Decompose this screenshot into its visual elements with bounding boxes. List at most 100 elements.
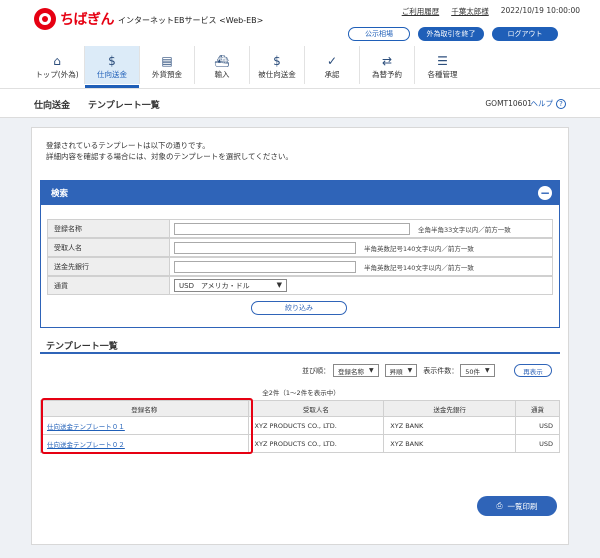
column-header-bank: 送金先銀行 [383,400,517,417]
currency-cell: USD [515,434,560,453]
breadcrumb-section: 仕向送金 [34,101,71,111]
column-header-payee: 受取人名 [247,400,385,417]
admin-icon: ☰ [437,54,448,68]
forward-icon: ⇄ [381,54,393,68]
nav-outbound-remittance[interactable]: $ 仕向送金 [85,46,140,88]
list-controls: 並び順： 登録名称 ▼ 昇順 ▼ 表示件数： 50件 ▼ [302,364,495,377]
public-rates-button[interactable]: 公示相場 [348,27,410,41]
screen-id: GOMT10601 [485,99,532,108]
nav-admin[interactable]: ☰ 各種管理 [415,46,470,84]
remit-icon: $ [108,54,116,68]
currency-cell: USD [515,416,560,435]
per-page-value: 50件 [465,367,481,376]
import-icon: ⛴ [214,54,230,68]
chevron-down-icon: ▼ [276,281,282,289]
currency-selected: USD アメリカ・ドル [179,281,250,290]
fx-end-button[interactable]: 外為取引を終了 [418,27,484,41]
help-link[interactable]: ヘルプ ? [530,98,566,109]
sort-label: 並び順： [302,366,330,375]
nav-label: トップ(外為) [35,70,79,79]
logo-mark-icon [34,8,56,30]
nav-fx-deposit[interactable]: ▤ 外貨預金 [140,46,195,84]
currency-select[interactable]: USD アメリカ・ドル ▼ [174,279,287,292]
nav-import[interactable]: ⛴ 輸入 [195,46,250,84]
beneficiary-bank-input[interactable] [174,261,356,273]
chevron-down-icon: ▼ [407,367,413,374]
bank-cell: XYZ BANK [383,416,517,435]
printer-icon: ⎙ [496,501,503,510]
bank-logo: ちばぎん インターネットEBサービス <Web-EB> [34,8,263,30]
logo-name: ちばぎん [60,12,115,28]
search-panel: 検索 − 登録名称 全角半角33文字以内／前方一致 受取人名 半角英数記号140… [40,180,560,328]
field-label: 登録名称 [48,220,170,237]
help-icon: ? [556,98,566,109]
search-panel-header: 検索 − [41,181,559,205]
inbound-icon: $ [273,54,281,68]
field-note: 半角英数記号140文字以内／前方一致 [364,264,474,272]
payee-name-input[interactable] [174,242,356,254]
field-row-payee: 受取人名 半角英数記号140文字以内／前方一致 [47,238,553,257]
field-row-bank: 送金先銀行 半角英数記号140文字以内／前方一致 [47,257,553,276]
home-icon: ⌂ [53,54,61,68]
highlight-box [41,398,253,454]
payee-cell: XYZ PRODUCTS CO., LTD. [247,416,385,435]
column-header-currency: 通貨 [515,400,560,417]
sort-key-value: 登録名称 [338,367,364,376]
nav-label: 為替予約 [372,70,402,79]
nav-label: 外貨預金 [152,70,182,79]
payee-cell: XYZ PRODUCTS CO., LTD. [247,434,385,453]
nav-label: 被仕向送金 [258,70,296,79]
header-buttons: 公示相場 外為取引を終了 ログアウト [348,27,558,41]
search-title: 検索 [51,189,69,199]
field-row-currency: 通貨 USD アメリカ・ドル ▼ [47,276,553,295]
list-title: テンプレート一覧 [46,342,118,352]
list-divider [40,352,560,354]
field-label: 受取人名 [48,239,170,256]
sort-order-value: 昇順 [389,367,403,376]
intro-text: 登録されているテンプレートは以下の通りです。 詳細内容を確認する場合には、対象の… [46,140,293,162]
field-note: 半角英数記号140文字以内／前方一致 [364,245,474,253]
nav-top[interactable]: ⌂ トップ(外為) [30,46,85,84]
field-label: 送金先銀行 [48,258,170,275]
nav-forward-contract[interactable]: ⇄ 為替予約 [360,46,415,84]
field-row-name: 登録名称 全角半角33文字以内／前方一致 [47,219,553,238]
intro-line-1: 登録されているテンプレートは以下の通りです。 [46,141,210,150]
usage-history-link[interactable]: ご利用履歴 [402,6,440,17]
redisplay-button[interactable]: 再表示 [514,364,552,377]
nav-label: 承認 [324,70,340,79]
chevron-down-icon: ▼ [369,367,374,374]
nav-label: 各種管理 [427,70,458,79]
page-title: テンプレート一覧 [88,101,160,111]
utility-bar: ご利用履歴 千葉太郎様 2022/10/19 10:00:00 [402,6,580,17]
sort-order-select[interactable]: 昇順 ▼ [384,364,418,377]
sort-key-select[interactable]: 登録名称 ▼ [333,364,379,377]
per-page-select[interactable]: 50件 ▼ [460,364,495,377]
field-label: 通貨 [48,277,170,294]
global-nav: ⌂ トップ(外為) $ 仕向送金 ▤ 外貨預金 ⛴ 輸入 $ 被仕向送金 ✓ 承… [30,46,470,88]
chevron-down-icon: ▼ [485,367,490,374]
print-list-button[interactable]: ⎙ 一覧印刷 [477,496,557,516]
nav-label: 仕向送金 [97,70,127,79]
template-name-input[interactable] [174,223,410,235]
filter-button[interactable]: 絞り込み [251,301,347,315]
deposit-icon: ▤ [161,54,173,68]
intro-line-2: 詳細内容を確認する場合には、対象のテンプレートを選択してください。 [46,152,293,161]
print-label: 一覧印刷 [507,501,538,511]
nav-label: 輸入 [214,70,230,79]
help-label: ヘルプ [530,99,554,108]
nav-inbound-remittance[interactable]: $ 被仕向送金 [250,46,305,84]
login-datetime: 2022/10/19 10:00:00 [500,6,580,15]
app-header: ちばぎん インターネットEBサービス <Web-EB> ご利用履歴 千葉太郎様 … [0,0,600,88]
bank-cell: XYZ BANK [383,434,517,453]
page-header: 仕向送金 テンプレート一覧 GOMT10601 ヘルプ ? [0,88,600,118]
content-card: 登録されているテンプレートは以下の通りです。 詳細内容を確認する場合には、対象の… [31,127,569,545]
logout-button[interactable]: ログアウト [492,27,558,41]
service-name: インターネットEBサービス <Web-EB> [118,16,264,25]
nav-approval[interactable]: ✓ 承認 [305,46,360,84]
user-name-link[interactable]: 千葉太郎様 [451,6,489,17]
field-note: 全角半角33文字以内／前方一致 [418,226,511,234]
collapse-icon[interactable]: − [538,186,552,200]
approve-icon: ✓ [326,54,338,68]
result-count: 全2件（1～2件を表示中） [262,389,340,397]
breadcrumb: 仕向送金 テンプレート一覧 [34,98,160,111]
